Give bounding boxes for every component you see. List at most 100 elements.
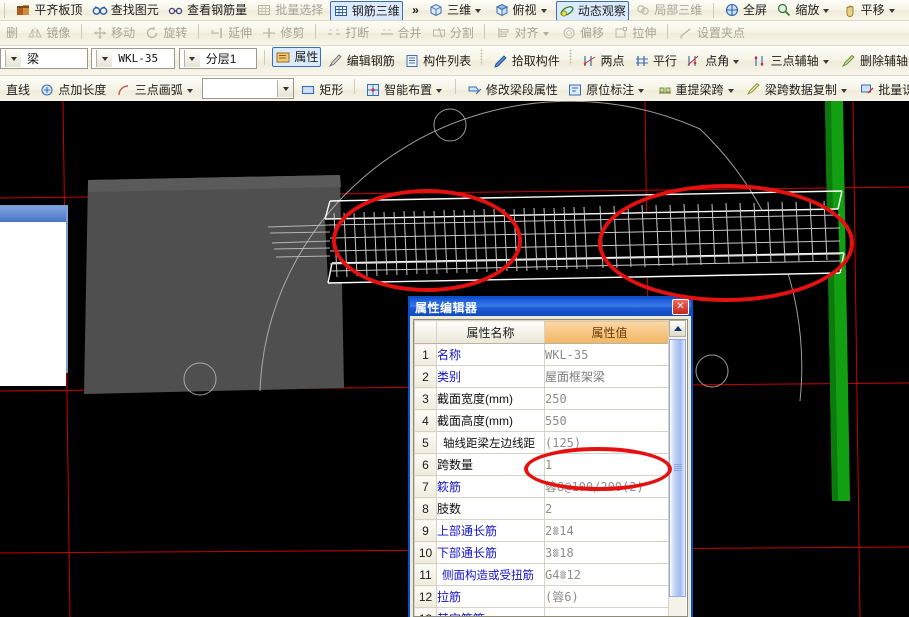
row-property-value-stirrup[interactable]: 䈶8@100/200(2) <box>544 475 675 498</box>
table-row[interactable]: 9 上部通长筋 2␨14 <box>414 519 675 542</box>
toolbar-button-align-slab-top[interactable]: 平齐板顶 <box>12 0 85 20</box>
toolbar-button-rectangle[interactable]: 矩形 <box>297 76 346 101</box>
toolbar-button-pick-member[interactable]: 拾取构件 <box>490 46 563 75</box>
category-combo-arrow[interactable] <box>5 50 21 67</box>
chevron-down-icon[interactable] <box>638 89 645 93</box>
toolbar-button-break[interactable]: 打断 <box>323 21 372 45</box>
member-combo-arrow[interactable] <box>96 50 113 67</box>
row-property-value[interactable]: (䈶6) <box>544 585 675 608</box>
floating-panel-titlebar[interactable] <box>0 207 66 222</box>
table-row[interactable]: 13 其它篍筋 <box>414 607 675 616</box>
toolbar-button-align[interactable]: 对齐 <box>493 21 555 45</box>
toolbar-button-stretch[interactable]: 拉伸 <box>610 21 659 45</box>
toolbar-button-local-3d[interactable]: 局部三维 <box>632 0 705 20</box>
toolbar-button-mirror[interactable]: 镜像 <box>24 21 73 45</box>
scroll-up-button[interactable] <box>669 320 686 337</box>
chevron-down-icon[interactable] <box>733 59 740 64</box>
toolbar-button-member-list[interactable]: 构件列表 <box>401 46 474 75</box>
toolbar-button-find-element[interactable]: 查找图元 <box>89 0 162 20</box>
member-combo[interactable]: WKL-35 <box>91 48 176 69</box>
toolbar-button-modify-beam-segment[interactable]: 修改梁段属性 <box>464 76 561 101</box>
toolbar-button-straight-line[interactable]: 直线 <box>0 76 33 101</box>
close-icon[interactable]: ✕ <box>672 299 689 315</box>
toolbar-button-smart-layout[interactable]: 智能布置 <box>362 76 448 101</box>
chevron-down-icon[interactable] <box>542 32 549 36</box>
toolbar-button-set-grip[interactable]: 设置夹点 <box>675 21 748 45</box>
toolbar-button-two-point[interactable]: 两点 <box>579 46 628 75</box>
toolbar-button-rebar-3d[interactable]: 钢筋三维 <box>329 1 403 20</box>
layer-combo[interactable]: 分层1 <box>178 48 257 69</box>
draw-option-combo[interactable] <box>202 78 295 99</box>
toolbar-button-color-wheel[interactable] <box>904 0 909 20</box>
table-row[interactable]: 11 侧面构造或受扭筋 G4␨12 <box>414 563 675 586</box>
row-property-value[interactable]: 550 <box>544 409 675 432</box>
toolbar-button-point-angle[interactable]: 点角 <box>683 46 745 75</box>
toolbar-button-span-data-copy[interactable]: 梁跨数据复制 <box>743 76 853 101</box>
toolbar-button-view-rebar-qty[interactable]: 查看钢筋量 <box>165 0 250 20</box>
chevron-down-icon[interactable] <box>727 89 734 93</box>
toolbar-button-edit-rebar[interactable]: 编辑钢筋 <box>325 46 398 75</box>
category-combo[interactable]: 梁 <box>0 48 88 69</box>
table-row[interactable]: 6 跨数量 1 <box>414 453 675 476</box>
toolbar-button-rotate[interactable]: 旋转 <box>141 21 190 45</box>
chevron-down-icon[interactable] <box>840 89 847 93</box>
table-row[interactable]: 1 名称 WKL-35 <box>414 343 675 366</box>
toolbar-button-re-extract-span[interactable]: 重提梁跨 <box>654 76 740 101</box>
property-editor-dialog[interactable]: 属性编辑器 ✕ 属性名称 属性值 1 名称 WKL-35 2 类别 屋面框架梁 … <box>408 296 693 617</box>
toolbar-button-properties[interactable]: 属性 <box>272 47 322 67</box>
row-property-value[interactable]: 2 <box>544 497 675 520</box>
toolbar-button-move[interactable]: 移动 <box>89 21 138 45</box>
row-property-value[interactable]: WKL-35 <box>544 343 675 366</box>
chevron-down-icon[interactable] <box>186 89 193 93</box>
toolbar-button-trim[interactable]: 修剪 <box>258 21 307 45</box>
row-property-value[interactable]: 3␨18 <box>544 541 675 564</box>
toolbar-button-three-point-axis[interactable]: 三点辅轴 <box>749 46 835 75</box>
floating-left-panel[interactable] <box>0 205 68 386</box>
chevron-down-icon[interactable] <box>540 9 547 13</box>
scrollbar-thumb[interactable] <box>669 339 686 597</box>
toolbar-button-cut[interactable]: 删 <box>0 21 21 45</box>
toolbar-button-delete-axis[interactable]: 删除辅轴 <box>838 46 909 75</box>
toolbar-button-fullscreen[interactable]: 全屏 <box>721 0 770 20</box>
toolbar-button-merge[interactable]: 合并 <box>376 21 425 45</box>
table-row[interactable]: 10 下部通长筋 3␨18 <box>414 541 675 564</box>
toolbar-button-top-view[interactable]: 俯视 <box>491 0 553 20</box>
toolbar-button-extend[interactable]: 延伸 <box>206 21 255 45</box>
row-property-value[interactable]: 250 <box>544 387 675 410</box>
table-row[interactable]: 3 截面宽度(mm) 250 <box>414 387 675 410</box>
row-property-value[interactable]: 2␨14 <box>544 519 675 542</box>
chevron-down-icon[interactable] <box>436 89 443 93</box>
table-row[interactable]: 4 截面高度(mm) 550 <box>414 409 675 432</box>
table-row[interactable]: 8 肢数 2 <box>414 497 675 520</box>
table-row[interactable]: 5 轴线距梁左边线距 (125) <box>414 431 675 454</box>
table-row[interactable]: 2 类别 屋面框架梁 <box>414 365 675 388</box>
dialog-titlebar[interactable]: 属性编辑器 ✕ <box>410 298 691 316</box>
toolbar-button-pan[interactable]: 平移 <box>839 0 901 20</box>
toolbar-button-chevron-more[interactable]: » <box>406 0 422 20</box>
toolbar-button-offset[interactable]: 偏移 <box>558 21 607 45</box>
row-property-value[interactable]: 屋面框架梁 <box>544 365 675 388</box>
layer-combo-arrow[interactable] <box>183 50 200 67</box>
row-property-value[interactable] <box>544 607 675 616</box>
table-row[interactable]: 12 拉筋 (䈶6) <box>414 585 675 608</box>
chevron-down-icon[interactable] <box>823 9 830 13</box>
toolbar-button-three-dim[interactable]: 三维 <box>425 0 487 20</box>
draw-option-combo-arrow[interactable] <box>277 80 294 97</box>
row-property-value[interactable]: G4␨12 <box>544 563 675 586</box>
chevron-down-icon[interactable] <box>888 9 895 13</box>
dialog-scrollbar[interactable] <box>668 320 686 616</box>
chevron-down-icon[interactable] <box>822 59 829 64</box>
row-property-value[interactable]: (125) <box>544 431 675 454</box>
chevron-down-icon[interactable] <box>475 9 482 13</box>
toolbar-button-zoom[interactable]: 缩放 <box>773 0 835 20</box>
toolbar-button-parallel[interactable]: 平行 <box>631 46 680 75</box>
toolbar-button-original-annotation[interactable]: 原位标注 <box>564 76 650 101</box>
toolbar-button-dynamic-observe[interactable]: 动态观察 <box>555 1 629 20</box>
toolbar-button-point-add-length[interactable]: 点加长度 <box>36 76 109 101</box>
toolbar-button-three-point-arc[interactable]: 三点画弧 <box>113 76 199 101</box>
toolbar-button-batch-select[interactable]: 批量选择 <box>253 0 326 20</box>
toolbar-button-split[interactable]: 分割 <box>428 21 477 45</box>
row-property-value[interactable]: 1 <box>544 453 675 476</box>
toolbar-button-batch-identify-support[interactable]: 批量识别梁支座 <box>856 76 909 101</box>
table-row[interactable]: 7 篍筋 䈶8@100/200(2) <box>414 475 675 498</box>
